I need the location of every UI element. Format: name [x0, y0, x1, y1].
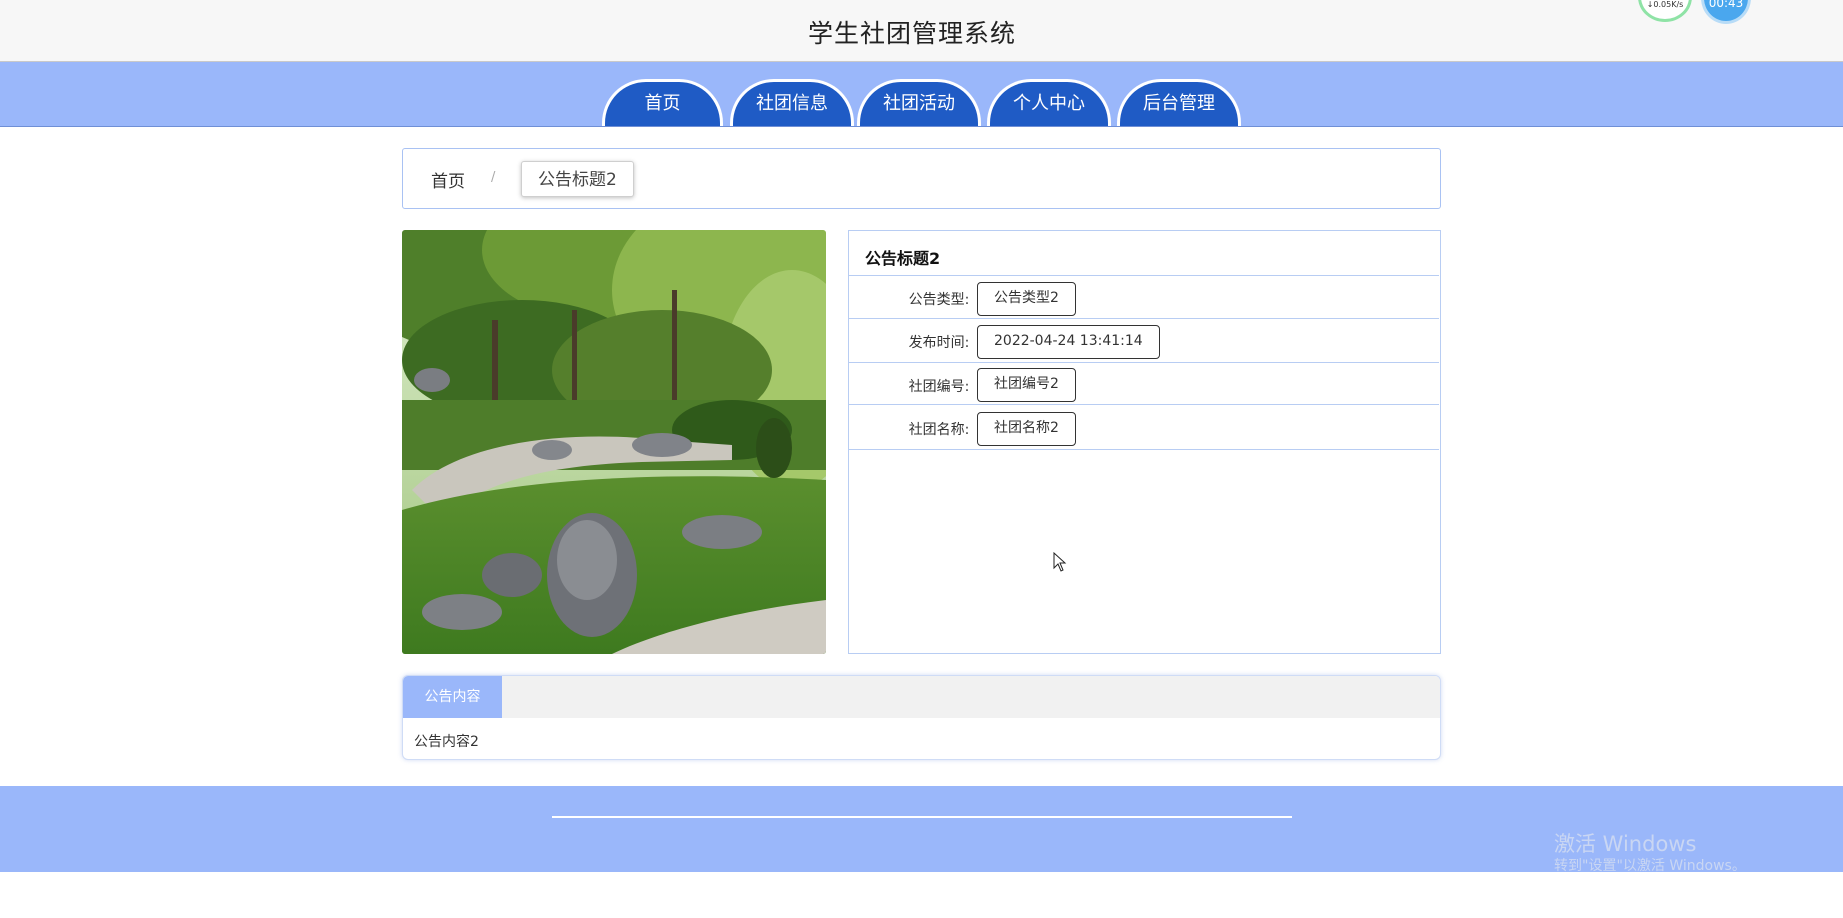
breadcrumb: 首页 / 公告标题2 — [402, 148, 1441, 209]
field-label-notice-type: 公告类型: — [908, 292, 970, 308]
main-nav: 首页 社团信息 社团活动 个人中心 后台管理 — [0, 62, 1843, 127]
divider — [849, 275, 1439, 276]
nav-tab-club-info[interactable]: 社团信息 — [730, 79, 854, 126]
mouse-cursor-icon — [1053, 551, 1067, 576]
nav-tab-club-activities[interactable]: 社团活动 — [857, 79, 981, 126]
content-tabbar: 公告内容 — [403, 676, 1440, 718]
notice-content-card: 公告内容 公告内容2 — [402, 675, 1441, 760]
divider — [849, 449, 1439, 450]
breadcrumb-home-link[interactable]: 首页 — [431, 167, 465, 192]
nav-tab-admin[interactable]: 后台管理 — [1117, 79, 1241, 126]
notice-detail-panel: 公告标题2 公告类型: 公告类型2 发布时间: 2022-04-24 13:41… — [848, 230, 1441, 654]
notice-image — [402, 230, 826, 654]
divider — [849, 404, 1439, 405]
footer-divider — [552, 816, 1292, 818]
site-title: 学生社团管理系统 — [807, 19, 1016, 48]
windows-activation-watermark-subtitle: 转到"设置"以激活 Windows。 — [1554, 858, 1746, 874]
nav-tab-personal-center[interactable]: 个人中心 — [987, 79, 1111, 126]
divider — [849, 318, 1439, 319]
top-header: 学生社团管理系统 ↓0.05K/s 00:43 — [0, 0, 1843, 62]
nav-tab-home[interactable]: 首页 — [602, 79, 723, 126]
field-label-club-name: 社团名称: — [908, 422, 970, 438]
field-label-publish-time: 发布时间: — [908, 335, 970, 351]
field-value-club-name: 社团名称2 — [977, 412, 1076, 446]
notice-title: 公告标题2 — [865, 249, 941, 268]
field-label-club-number: 社团编号: — [908, 379, 970, 395]
windows-activation-watermark-title: 激活 Windows — [1554, 832, 1697, 856]
breadcrumb-separator: / — [491, 170, 496, 185]
field-value-publish-time: 2022-04-24 13:41:14 — [977, 325, 1160, 359]
breadcrumb-current: 公告标题2 — [521, 161, 634, 197]
field-value-club-number: 社团编号2 — [977, 368, 1076, 402]
tab-notice-content[interactable]: 公告内容 — [403, 676, 502, 718]
network-speed-text: ↓0.05K/s — [1646, 0, 1684, 9]
divider — [849, 362, 1439, 363]
timer-text: 00:43 — [1708, 0, 1744, 10]
field-value-notice-type: 公告类型2 — [977, 282, 1076, 316]
notice-content-text: 公告内容2 — [414, 734, 479, 750]
